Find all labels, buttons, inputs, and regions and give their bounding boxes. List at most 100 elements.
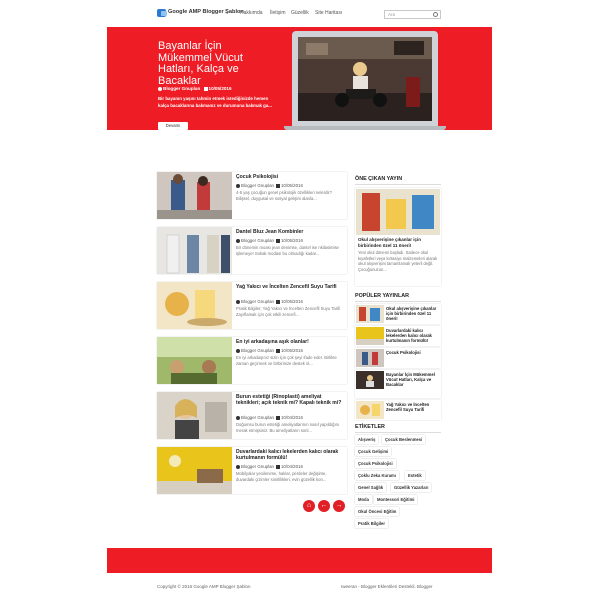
hero-author: Blogger Gnuplan: [163, 86, 201, 91]
prev-page-button[interactable]: ←: [318, 500, 330, 512]
divider: [355, 432, 441, 433]
post-thumbnail[interactable]: [157, 227, 232, 274]
post-title[interactable]: Yağ Yakıcı ve İncelten Zencefil Suyu Tar…: [236, 284, 344, 290]
post-title[interactable]: Dantel Bluz Jean Kombinler: [236, 229, 344, 235]
tag-link[interactable]: Genel Sağlık: [355, 483, 387, 492]
nav-sitemap[interactable]: Site Haritası: [315, 10, 342, 16]
post-thumbnail[interactable]: [157, 447, 232, 494]
post-meta: Blogger Gnuplan 10/05/2016: [236, 183, 303, 188]
hero-date: 10/05/2016: [208, 86, 232, 91]
popular-thumbnail[interactable]: [356, 371, 384, 389]
home-button[interactable]: ⌂: [303, 500, 315, 512]
calendar-icon: [275, 415, 280, 420]
popular-title[interactable]: Yağ Yakıcı ve İncelten Zencefil Suyu Tar…: [386, 402, 440, 412]
popular-title[interactable]: Çocuk Psikolojisi: [386, 350, 440, 355]
post-meta: Blogger Gnuplan 10/04/2016: [236, 464, 303, 469]
author-icon: [236, 183, 240, 188]
post-thumbnail[interactable]: [157, 392, 232, 439]
nav-contact[interactable]: İletişim: [270, 10, 286, 16]
calendar-icon: [275, 238, 280, 243]
post-card[interactable]: En iyi arkadaşına aşık olanlar! Blogger …: [157, 337, 347, 384]
read-more-button[interactable]: Devamı: [158, 122, 188, 130]
search-icon[interactable]: [433, 12, 438, 17]
popular-item[interactable]: Duvarlardaki kalıcı lekelerden kalıcı ol…: [355, 326, 441, 346]
calendar-icon: [203, 86, 208, 91]
post-card[interactable]: Yağ Yakıcı ve İncelten Zencefil Suyu Tar…: [157, 282, 347, 329]
featured-card[interactable]: Okul alışverişine çıkanlar için birbirin…: [355, 188, 441, 286]
popular-thumbnail[interactable]: [356, 349, 384, 367]
calendar-icon: [275, 183, 280, 188]
author-icon: [236, 464, 240, 469]
post-author: Blogger Gnuplan: [241, 464, 274, 469]
post-title[interactable]: En iyi arkadaşına aşık olanlar!: [236, 339, 344, 345]
post-excerpt: Bir dönemin moası jean denimse, dantel i…: [236, 245, 339, 256]
post-title[interactable]: Çocuk Psikolojisi: [236, 174, 344, 180]
post-meta: Blogger Gnuplan 10/04/2016: [236, 415, 303, 420]
hero-title[interactable]: Bayanlar İçin Mükemmel Vücut Hatları, Ka…: [158, 40, 278, 87]
post-meta: Blogger Gnuplan 10/05/2016: [236, 348, 303, 353]
tag-link[interactable]: Pratik Bilgiler: [355, 519, 388, 528]
post-date: 10/05/2016: [280, 348, 303, 353]
tag-link[interactable]: Çocuk Gelişimi: [355, 447, 392, 456]
featured-excerpt: Yeni okul dönemi başladı. Sadece okul kı…: [358, 250, 438, 272]
tag-link[interactable]: Okul Öncesi Eğitim: [355, 507, 400, 516]
divider: [355, 184, 441, 185]
divider: [355, 301, 441, 302]
post-thumbnail[interactable]: [157, 337, 232, 384]
post-card[interactable]: Duvarlardaki kalıcı lekelerden kalıcı ol…: [157, 447, 347, 494]
post-excerpt: Doğumsu burun estetiği ameliyatlarının n…: [236, 422, 340, 433]
featured-title[interactable]: Okul alışverişine çıkanlar için birbirin…: [358, 237, 438, 248]
calendar-icon: [275, 464, 280, 469]
post-meta: Blogger Gnuplan 10/05/2016: [236, 238, 303, 243]
laptop-base: [284, 126, 446, 130]
next-page-button[interactable]: →: [333, 500, 345, 512]
featured-image[interactable]: [356, 189, 440, 235]
popular-item[interactable]: Yağ Yakıcı ve İncelten Zencefil Suyu Tar…: [355, 400, 441, 420]
popular-item[interactable]: Okul alışverişine çıkanlar için birbirin…: [355, 304, 441, 324]
popular-thumbnail[interactable]: [356, 305, 384, 323]
post-excerpt: 4-5 yaş çocuğun genel psikolojik özellik…: [236, 190, 333, 201]
popular-title[interactable]: Bayanlar İçin Mükemmel Vücut Hatları, Ka…: [386, 372, 440, 388]
footer-credits[interactable]: Iweeran - Blogger Eklentileri Destekli. …: [341, 584, 433, 589]
hero-excerpt: Bir bayanın yaşını tahmin etmek istediği…: [158, 96, 272, 108]
popular-item[interactable]: Bayanlar İçin Mükemmel Vücut Hatları, Ka…: [355, 370, 441, 398]
tag-link[interactable]: Alışveriş: [355, 435, 379, 444]
tag-link[interactable]: Çocuk Psikolojisi: [355, 459, 396, 468]
post-excerpt: Mobilyalar yenilenirse, halılar, perdele…: [236, 471, 327, 482]
post-author: Blogger Gnuplan: [241, 299, 274, 304]
post-date: 10/05/2016: [280, 238, 303, 243]
author-icon: [236, 415, 240, 420]
site-logo[interactable]: Google AMP Blogger Şablon: [168, 9, 244, 15]
post-thumbnail[interactable]: [157, 282, 232, 329]
post-card[interactable]: Dantel Bluz Jean Kombinler Blogger Gnupl…: [157, 227, 347, 274]
popular-title[interactable]: Okul alışverişine çıkanlar için birbirin…: [386, 306, 440, 322]
tag-link[interactable]: Çoklu Zeka Kuramı: [355, 471, 399, 480]
popular-title[interactable]: Duvarlardaki kalıcı lekelerden kalıcı ol…: [386, 328, 440, 344]
hero-image: [298, 37, 432, 121]
tag-link[interactable]: Estetik: [405, 471, 425, 480]
search-input[interactable]: Ara: [384, 10, 441, 19]
tag-link[interactable]: Güzellik Yazarları: [391, 483, 432, 492]
tag-link[interactable]: Çocuk Beslenmesi: [382, 435, 426, 444]
nav-about[interactable]: Hakkımda: [240, 10, 263, 16]
footer-banner: [107, 548, 492, 573]
post-title[interactable]: Duvarlardaki kalıcı lekelerden kalıcı ol…: [236, 449, 344, 461]
tags-heading: ETİKETLER: [355, 424, 385, 430]
nav-beauty[interactable]: Güzellik: [291, 10, 309, 16]
post-card[interactable]: Çocuk Psikolojisi Blogger Gnuplan 10/05/2…: [157, 172, 347, 219]
popular-thumbnail[interactable]: [356, 327, 384, 345]
calendar-icon: [275, 299, 280, 304]
author-icon: [236, 299, 240, 304]
post-thumbnail[interactable]: [157, 172, 232, 219]
post-excerpt: En iyi arkadaşınız sizin için çok şeyi i…: [236, 355, 337, 366]
post-author: Blogger Gnuplan: [241, 183, 274, 188]
tag-link[interactable]: Moda: [355, 495, 372, 504]
post-title[interactable]: Burun estetiği (Rinoplasti) ameliyat tek…: [236, 394, 344, 406]
featured-heading: ÖNE ÇIKAN YAYIN: [355, 176, 403, 182]
post-card[interactable]: Burun estetiği (Rinoplasti) ameliyat tek…: [157, 392, 347, 439]
post-excerpt: Pratik Bilgiler; Yağ Yakıcı ve İncelten …: [236, 306, 341, 317]
tag-link[interactable]: Montessori Eğitimi: [374, 495, 418, 504]
copyright: Copyright © 2016 Google AMP Blogger Şabl…: [157, 584, 251, 589]
popular-thumbnail[interactable]: [356, 401, 384, 419]
popular-item[interactable]: Çocuk Psikolojisi: [355, 348, 441, 368]
